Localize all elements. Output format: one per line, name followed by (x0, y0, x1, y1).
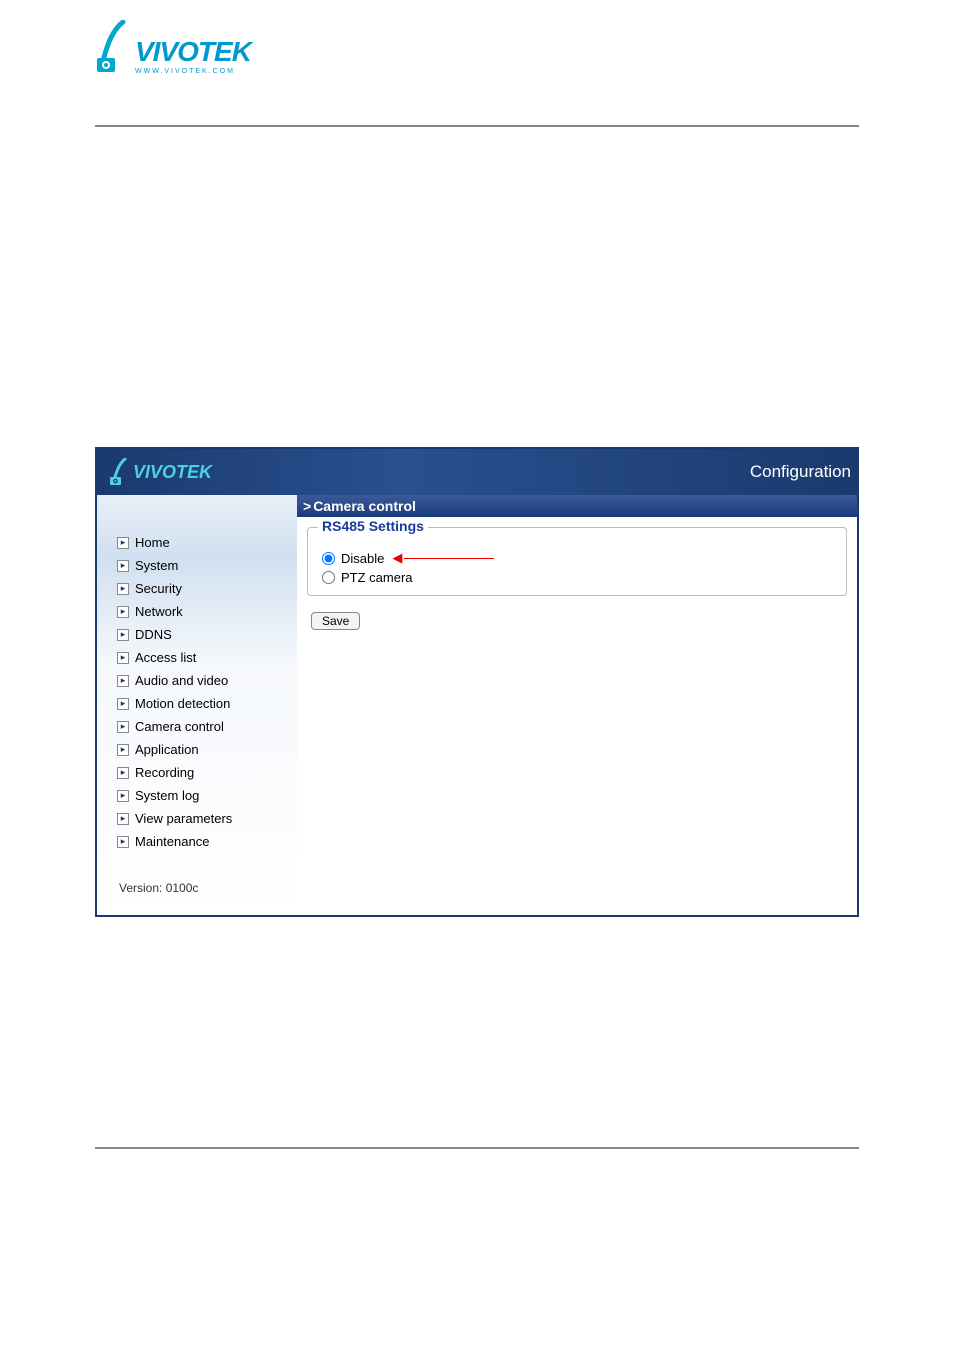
sidebar-item-label: Network (135, 604, 183, 619)
arrow-right-icon: ▸ (117, 652, 129, 664)
app-window: VIVOTEK Configuration ▸ Home ▸ System ▸ … (95, 447, 859, 917)
divider-bottom (95, 1147, 859, 1149)
arrow-right-icon: ▸ (117, 675, 129, 687)
radio-ptz-label: PTZ camera (341, 570, 413, 585)
main-title: Camera control (313, 498, 416, 514)
page-header: VIVOTEK WWW.VIVOTEK.COM (0, 0, 954, 75)
arrow-right-icon: ▸ (117, 537, 129, 549)
sidebar-item-system-log[interactable]: ▸ System log (117, 784, 297, 807)
divider-top (95, 125, 859, 127)
arrow-right-icon: ▸ (117, 583, 129, 595)
radio-disable-label: Disable (341, 551, 384, 566)
arrow-right-icon: ▸ (117, 836, 129, 848)
sidebar-item-label: Maintenance (135, 834, 209, 849)
sidebar-item-label: System log (135, 788, 199, 803)
sidebar-item-view-parameters[interactable]: ▸ View parameters (117, 807, 297, 830)
sidebar-item-system[interactable]: ▸ System (117, 554, 297, 577)
sidebar-item-label: Audio and video (135, 673, 228, 688)
logo-eye-icon (95, 20, 135, 75)
sidebar-item-audio-video[interactable]: ▸ Audio and video (117, 669, 297, 692)
sidebar-item-label: Security (135, 581, 182, 596)
main-panel: >Camera control RS485 Settings Disable ◀… (297, 495, 857, 915)
sidebar-item-label: Application (135, 742, 199, 757)
sidebar-item-label: Recording (135, 765, 194, 780)
arrow-right-icon: ▸ (117, 698, 129, 710)
radio-row-ptz[interactable]: PTZ camera (322, 568, 832, 587)
save-button[interactable]: Save (311, 612, 360, 630)
arrow-right-icon: ▸ (117, 767, 129, 779)
main-title-bar: >Camera control (297, 495, 857, 517)
fieldset-legend: RS485 Settings (318, 518, 428, 534)
sidebar-item-label: Access list (135, 650, 196, 665)
annotation-arrow-icon: ◀ (392, 550, 494, 566)
arrow-right-icon: ▸ (117, 721, 129, 733)
brand-logo: VIVOTEK WWW.VIVOTEK.COM (95, 20, 954, 75)
app-body: ▸ Home ▸ System ▸ Security ▸ Network ▸ D… (97, 495, 857, 915)
arrow-right-icon: ▸ (117, 744, 129, 756)
sidebar-item-label: System (135, 558, 178, 573)
rs485-settings-fieldset: RS485 Settings Disable ◀ PTZ camera (307, 527, 847, 596)
sidebar-item-label: Camera control (135, 719, 224, 734)
radio-row-disable[interactable]: Disable ◀ (322, 548, 832, 568)
brand-tagline: WWW.VIVOTEK.COM (135, 68, 251, 75)
config-title: Configuration (750, 462, 853, 482)
app-logo-eye-icon (109, 458, 131, 486)
app-brand-name: VIVOTEK (133, 462, 212, 483)
version-label: Version: 0100c (117, 853, 297, 913)
sidebar-item-label: View parameters (135, 811, 232, 826)
sidebar-item-camera-control[interactable]: ▸ Camera control (117, 715, 297, 738)
sidebar-item-application[interactable]: ▸ Application (117, 738, 297, 761)
sidebar-item-access-list[interactable]: ▸ Access list (117, 646, 297, 669)
radio-disable[interactable] (322, 552, 335, 565)
arrow-right-icon: ▸ (117, 560, 129, 572)
chevron-right-icon: > (303, 498, 311, 514)
sidebar-item-label: Home (135, 535, 170, 550)
arrow-right-icon: ▸ (117, 813, 129, 825)
app-logo: VIVOTEK (109, 458, 212, 486)
sidebar-item-security[interactable]: ▸ Security (117, 577, 297, 600)
sidebar-item-label: DDNS (135, 627, 172, 642)
sidebar: ▸ Home ▸ System ▸ Security ▸ Network ▸ D… (97, 495, 297, 915)
sidebar-item-home[interactable]: ▸ Home (117, 531, 297, 554)
sidebar-item-network[interactable]: ▸ Network (117, 600, 297, 623)
brand-name: VIVOTEK (135, 38, 251, 66)
app-header: VIVOTEK Configuration (97, 449, 857, 495)
radio-ptz[interactable] (322, 571, 335, 584)
arrow-right-icon: ▸ (117, 629, 129, 641)
sidebar-item-maintenance[interactable]: ▸ Maintenance (117, 830, 297, 853)
sidebar-item-motion-detection[interactable]: ▸ Motion detection (117, 692, 297, 715)
arrow-right-icon: ▸ (117, 606, 129, 618)
sidebar-item-recording[interactable]: ▸ Recording (117, 761, 297, 784)
arrow-right-icon: ▸ (117, 790, 129, 802)
sidebar-item-ddns[interactable]: ▸ DDNS (117, 623, 297, 646)
sidebar-item-label: Motion detection (135, 696, 230, 711)
